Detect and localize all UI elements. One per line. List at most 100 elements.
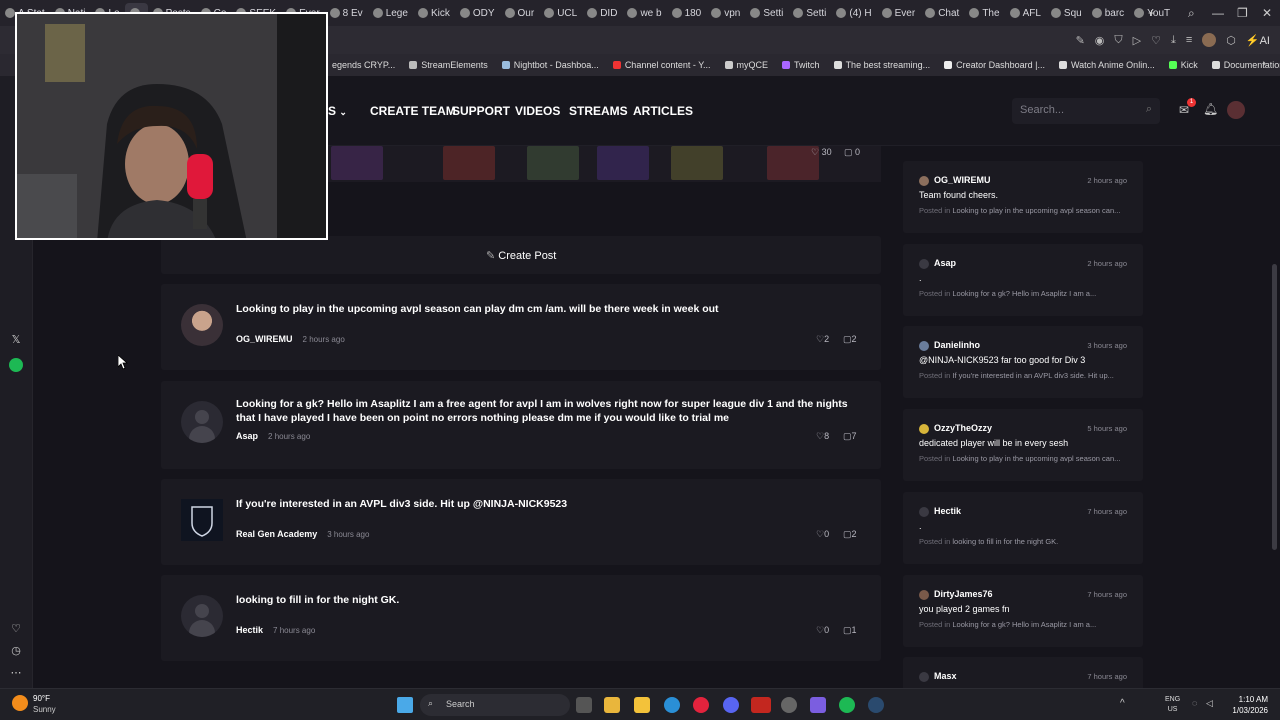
nav-articles[interactable]: ARTICLES bbox=[633, 104, 693, 118]
menu-icon[interactable]: ≡ bbox=[1186, 34, 1192, 46]
minimize-button[interactable]: — bbox=[1212, 0, 1226, 26]
comment-button[interactable]: ▢1 bbox=[843, 625, 857, 636]
post-title[interactable]: If you're interested in an AVPL div3 sid… bbox=[236, 498, 856, 512]
post-avatar[interactable] bbox=[181, 304, 223, 346]
like-button[interactable]: ♡2 bbox=[816, 334, 829, 345]
browser-tab[interactable]: Our bbox=[500, 3, 540, 23]
bookmark-item[interactable]: The best streaming... bbox=[833, 60, 930, 70]
reply-post-link[interactable]: Looking for a gk? Hello im Asaplitz I am… bbox=[952, 289, 1096, 298]
volume-icon[interactable]: ◁ bbox=[1206, 698, 1213, 709]
reply-post-link[interactable]: looking to fill in for the night GK. bbox=[952, 537, 1058, 546]
post-title[interactable]: Looking for a gk? Hello im Asaplitz I am… bbox=[236, 398, 856, 425]
new-tab-button[interactable]: + bbox=[1148, 0, 1162, 26]
post-author[interactable]: Real Gen Academy 3 hours ago bbox=[236, 529, 369, 539]
reply-avatar[interactable] bbox=[919, 672, 929, 683]
search-input[interactable]: Search... ⌕ bbox=[1012, 98, 1160, 124]
bookmark-item[interactable]: Nightbot - Dashboa... bbox=[501, 60, 599, 70]
post-author[interactable]: Asap 2 hours ago bbox=[236, 431, 310, 441]
reply-card[interactable]: DirtyJames76 7 hours ago you played 2 game… bbox=[903, 574, 1143, 647]
post-card[interactable]: Looking for a gk? Hello im Asaplitz I am… bbox=[161, 381, 881, 469]
download-icon[interactable]: ⤓ bbox=[1171, 34, 1176, 47]
comment-button[interactable]: ▢2 bbox=[843, 529, 857, 540]
like-button[interactable]: ♡0 bbox=[816, 529, 829, 540]
browser-tab[interactable]: Chat bbox=[920, 3, 964, 23]
wifi-icon[interactable]: ◌ bbox=[1192, 698, 1197, 708]
app-icon[interactable] bbox=[810, 697, 826, 713]
bookmark-item[interactable]: Kick bbox=[1168, 60, 1198, 70]
browser-tab[interactable]: (4) H bbox=[831, 3, 876, 23]
post-avatar[interactable] bbox=[181, 401, 223, 443]
reply-post-link[interactable]: Looking for a gk? Hello im Asaplitz I am… bbox=[952, 620, 1096, 629]
post-avatar[interactable] bbox=[181, 499, 223, 541]
comment-button[interactable]: ▢2 bbox=[843, 334, 857, 345]
browser-tab[interactable]: Kick bbox=[413, 3, 455, 23]
bookmark-item[interactable]: Documentation | Bo... bbox=[1211, 60, 1280, 70]
reply-user[interactable]: DirtyJames76 bbox=[934, 589, 993, 599]
nav-support[interactable]: SUPPORT bbox=[452, 104, 510, 118]
edge-icon[interactable] bbox=[664, 697, 680, 713]
browser-tab[interactable]: vpn bbox=[706, 3, 745, 23]
clock[interactable]: 1:10 AM 1/03/2026 bbox=[1224, 694, 1268, 716]
bookmark-item[interactable]: Twitch bbox=[782, 60, 820, 70]
bell-icon[interactable]: 🔔︎ bbox=[1203, 102, 1218, 116]
browser-tab[interactable]: The bbox=[964, 3, 1004, 23]
bookmark-item[interactable]: Creator Dashboard |... bbox=[944, 60, 1045, 70]
post-avatar[interactable] bbox=[181, 595, 223, 637]
reply-user[interactable]: OG_WIREMU bbox=[934, 175, 991, 185]
nav-streams[interactable]: STREAMS bbox=[569, 104, 628, 118]
reply-card[interactable]: Hectik 7 hours ago. Posted in looking to f… bbox=[903, 491, 1143, 564]
reply-post-link[interactable]: If you're interested in an AVPL div3 sid… bbox=[952, 371, 1114, 380]
reply-post-link[interactable]: Looking to play in the upcoming avpl sea… bbox=[952, 454, 1120, 463]
browser-tab[interactable]: Ever bbox=[877, 3, 921, 23]
reply-avatar[interactable] bbox=[919, 176, 929, 186]
browser-tab[interactable]: Setti bbox=[745, 3, 788, 23]
ai-button[interactable]: ⚡AI bbox=[1246, 34, 1270, 47]
obs-icon[interactable] bbox=[781, 697, 797, 713]
task-view-icon[interactable] bbox=[576, 697, 592, 713]
top-like-stat[interactable]: ♡ 30 bbox=[811, 147, 832, 158]
app-icon[interactable] bbox=[751, 697, 771, 713]
spotify-icon[interactable] bbox=[8, 357, 24, 373]
browser-tab[interactable]: DID bbox=[582, 3, 622, 23]
heart-icon[interactable]: ♡ bbox=[1151, 34, 1161, 47]
edit-icon[interactable]: ✎ bbox=[1076, 34, 1085, 47]
browser-tab[interactable]: 180 bbox=[667, 3, 707, 23]
shield-icon[interactable]: ⛉ bbox=[1114, 34, 1122, 47]
browser-tab[interactable]: Squ bbox=[1046, 3, 1087, 23]
extensions-icon[interactable]: ⬡ bbox=[1226, 34, 1236, 47]
like-button[interactable]: ♡8 bbox=[816, 431, 829, 442]
tray-overflow-icon[interactable]: ^ bbox=[1120, 698, 1125, 709]
x-icon[interactable]: 𝕏 bbox=[8, 331, 24, 347]
nav-teams-dropdown[interactable]: S ⌄ bbox=[328, 104, 347, 118]
post-card[interactable]: If you're interested in an AVPL div3 sid… bbox=[161, 479, 881, 565]
reply-post-link[interactable]: Looking to play in the upcoming avpl sea… bbox=[952, 206, 1120, 215]
post-title[interactable]: Looking to play in the upcoming avpl sea… bbox=[236, 303, 856, 317]
reply-user[interactable]: Asap bbox=[934, 258, 956, 268]
spotify-icon[interactable] bbox=[839, 697, 855, 713]
start-icon[interactable] bbox=[397, 697, 413, 713]
nav-videos[interactable]: VIDEOS bbox=[515, 104, 560, 118]
opera-icon[interactable] bbox=[693, 697, 709, 713]
tab-search-button[interactable]: ⌕ bbox=[1188, 0, 1202, 26]
like-button[interactable]: ♡0 bbox=[816, 625, 829, 636]
bookmark-item[interactable]: Channel content - Y... bbox=[612, 60, 711, 70]
reply-card[interactable]: Asap 2 hours ago. Posted in Looking for a … bbox=[903, 243, 1143, 316]
browser-tab[interactable]: Setti bbox=[788, 3, 831, 23]
play-icon[interactable]: ▷ bbox=[1133, 34, 1141, 47]
bookmark-item[interactable]: myQCE bbox=[724, 60, 768, 70]
app-icon[interactable] bbox=[604, 697, 620, 713]
page-scrollbar[interactable] bbox=[1272, 146, 1277, 686]
reply-card[interactable]: OG_WIREMU 2 hours ago Team found cheers. Po… bbox=[903, 161, 1143, 233]
close-window-button[interactable]: ✕ bbox=[1262, 0, 1276, 26]
discord-icon[interactable] bbox=[723, 697, 739, 713]
post-author[interactable]: Hectik 7 hours ago bbox=[236, 625, 315, 635]
post-card[interactable]: Looking to play in the upcoming avpl sea… bbox=[161, 284, 881, 370]
browser-tab[interactable]: barc bbox=[1087, 3, 1129, 23]
browser-tab[interactable]: Lege bbox=[368, 3, 413, 23]
bookmark-item[interactable]: StreamElements bbox=[409, 60, 488, 70]
steam-icon[interactable] bbox=[868, 697, 884, 713]
bookmark-item[interactable]: Watch Anime Onlin... bbox=[1059, 60, 1155, 70]
reply-user[interactable]: OzzyTheOzzy bbox=[934, 423, 992, 433]
language-indicator[interactable]: ENG US bbox=[1165, 695, 1180, 715]
reply-avatar[interactable] bbox=[919, 341, 929, 352]
